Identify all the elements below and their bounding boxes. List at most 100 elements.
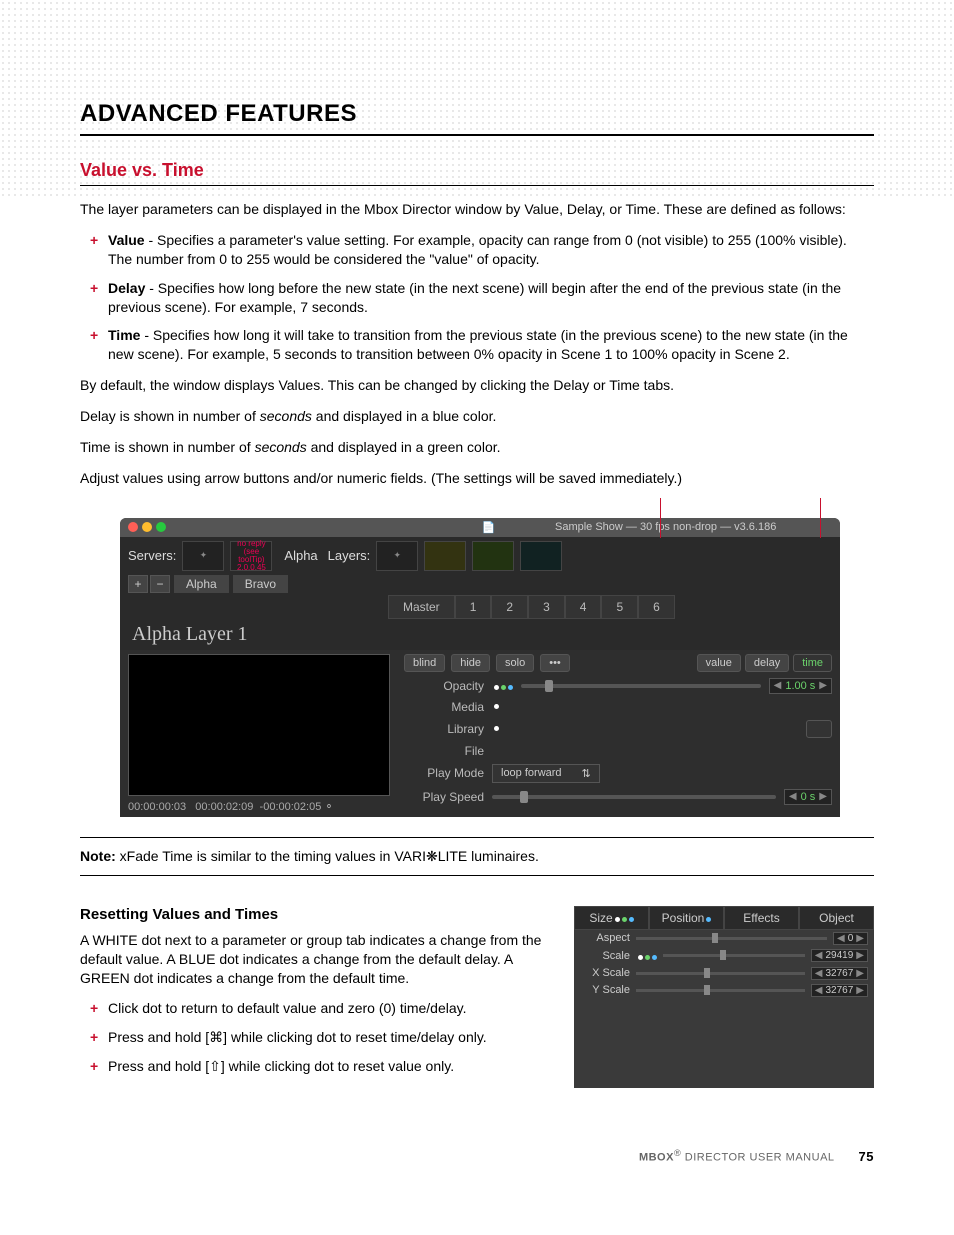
decrement-icon[interactable]: ◀ — [774, 680, 782, 691]
reset-dot-icon[interactable]: ⚬ — [324, 801, 333, 813]
decrement-icon[interactable]: ◀ — [789, 791, 797, 802]
layer-tab[interactable]: 3 — [528, 595, 565, 619]
opacity-slider[interactable] — [521, 684, 761, 688]
yscale-label: Y Scale — [580, 984, 630, 996]
zoom-icon[interactable] — [156, 522, 166, 532]
layer-thumbnail[interactable] — [520, 541, 562, 571]
layer-tab[interactable]: 5 — [601, 595, 638, 619]
opacity-time-field[interactable]: ◀1.00 s▶ — [769, 678, 832, 694]
section-heading: ADVANCED FEATURES — [80, 100, 874, 128]
layer-tab[interactable]: 4 — [565, 595, 602, 619]
alpha-label: Alpha — [284, 548, 317, 563]
reset-heading: Resetting Values and Times — [80, 906, 554, 923]
xscale-field[interactable]: ◀32767▶ — [811, 967, 868, 980]
size-tab[interactable]: Size — [574, 906, 649, 930]
add-button[interactable]: + — [128, 575, 148, 593]
hide-button[interactable]: hide — [451, 654, 490, 672]
layer-tab[interactable]: 1 — [455, 595, 492, 619]
list-item: Time - Specifies how long it will take t… — [108, 326, 874, 364]
yscale-field[interactable]: ◀32767▶ — [811, 984, 868, 997]
scale-field[interactable]: ◀29419▶ — [811, 949, 868, 962]
dot-indicator[interactable] — [494, 726, 499, 731]
playspeed-field[interactable]: ◀0 s▶ — [784, 789, 832, 805]
term: Time — [108, 327, 140, 343]
document-icon: 📄 — [482, 521, 496, 534]
layer-tab[interactable]: 6 — [638, 595, 675, 619]
term: Value — [108, 232, 145, 248]
aspect-field[interactable]: ◀0▶ — [833, 932, 868, 945]
heading-rule — [80, 134, 874, 136]
eye-button[interactable] — [806, 720, 832, 738]
playmode-label: Play Mode — [404, 766, 484, 780]
position-tab[interactable]: Position — [649, 906, 724, 930]
server-tab[interactable]: Alpha — [174, 575, 229, 593]
window-titlebar: 📄 Sample Show — 30 fps non-drop — v3.6.1… — [120, 518, 840, 537]
note-block: Note: xFade Time is similar to the timin… — [80, 837, 874, 876]
layer-tab-master[interactable]: Master — [388, 595, 455, 619]
minimize-icon[interactable] — [142, 522, 152, 532]
increment-icon[interactable]: ▶ — [819, 680, 827, 691]
delay-tab[interactable]: delay — [745, 654, 789, 672]
dropdown-arrows-icon: ⇅ — [582, 767, 591, 780]
note-label: Note: — [80, 848, 116, 864]
file-label: File — [404, 744, 484, 758]
layer-thumbnail[interactable] — [424, 541, 466, 571]
dots-indicator[interactable] — [636, 949, 657, 963]
server-tab[interactable]: Bravo — [233, 575, 288, 593]
scale-label: Scale — [580, 950, 630, 962]
page-footer: MBOX® DIRECTOR USER MANUAL 75 — [80, 1148, 874, 1164]
value-tab[interactable]: value — [697, 654, 741, 672]
callout-line — [820, 498, 821, 538]
screenshot-figure: 📄 Sample Show — 30 fps non-drop — v3.6.1… — [120, 518, 874, 817]
preview-video — [128, 654, 390, 796]
reset-paragraph: A WHITE dot next to a parameter or group… — [80, 931, 554, 988]
list-item: Press and hold [⇧] while clicking dot to… — [108, 1057, 554, 1076]
list-item: Delay - Specifies how long before the ne… — [108, 279, 874, 317]
media-label: Media — [404, 700, 484, 714]
page-number: 75 — [859, 1149, 874, 1164]
remove-button[interactable]: − — [150, 575, 170, 593]
size-panel-figure: Size Position Effects Object Aspect ◀0▶ … — [574, 906, 874, 1088]
aspect-slider[interactable] — [636, 937, 827, 940]
playspeed-slider[interactable] — [492, 795, 776, 799]
increment-icon[interactable]: ▶ — [819, 791, 827, 802]
yscale-slider[interactable] — [636, 989, 805, 992]
aspect-label: Aspect — [580, 932, 630, 944]
body-paragraph: Delay is shown in number of seconds and … — [80, 407, 874, 426]
layer-thumbnail[interactable]: ✦ — [376, 541, 418, 571]
blind-button[interactable]: blind — [404, 654, 445, 672]
def-text: - Specifies a parameter's value setting.… — [108, 232, 847, 267]
dots-button[interactable]: ••• — [540, 654, 570, 672]
term: Delay — [108, 280, 145, 296]
list-item: Click dot to return to default value and… — [108, 999, 554, 1018]
playmode-dropdown[interactable]: loop forward⇅ — [492, 764, 600, 783]
library-label: Library — [404, 722, 484, 736]
note-text: xFade Time is similar to the timing valu… — [116, 848, 539, 864]
servers-label: Servers: — [128, 548, 176, 563]
layer-thumbnail[interactable] — [472, 541, 514, 571]
def-text: - Specifies how long it will take to tra… — [108, 327, 848, 362]
server-noreply[interactable]: no reply (see toolTip) 2.0.0.45 — [230, 541, 272, 571]
subheading-rule — [80, 185, 874, 186]
opacity-label: Opacity — [404, 679, 484, 693]
time-tab[interactable]: time — [793, 654, 832, 672]
object-tab[interactable]: Object — [799, 906, 874, 930]
traffic-lights[interactable] — [128, 522, 166, 532]
xscale-label: X Scale — [580, 967, 630, 979]
timecode-row: 00:00:00:03 00:00:02:09 -00:00:02:05 ⚬ — [128, 800, 388, 813]
callout-line — [660, 498, 661, 538]
body-paragraph: Time is shown in number of seconds and d… — [80, 438, 874, 457]
close-icon[interactable] — [128, 522, 138, 532]
dot-indicator[interactable] — [494, 704, 499, 709]
layer-tab[interactable]: 2 — [491, 595, 528, 619]
app-screenshot: 📄 Sample Show — 30 fps non-drop — v3.6.1… — [120, 518, 840, 817]
effects-tab[interactable]: Effects — [724, 906, 799, 930]
subsection-heading: Value vs. Time — [80, 160, 874, 181]
scale-slider[interactable] — [663, 954, 805, 957]
server-thumbnail[interactable]: ✦ — [182, 541, 224, 571]
body-paragraph: By default, the window displays Values. … — [80, 376, 874, 395]
xscale-slider[interactable] — [636, 972, 805, 975]
dots-indicator[interactable] — [492, 679, 513, 693]
list-item: Value - Specifies a parameter's value se… — [108, 231, 874, 269]
solo-button[interactable]: solo — [496, 654, 534, 672]
